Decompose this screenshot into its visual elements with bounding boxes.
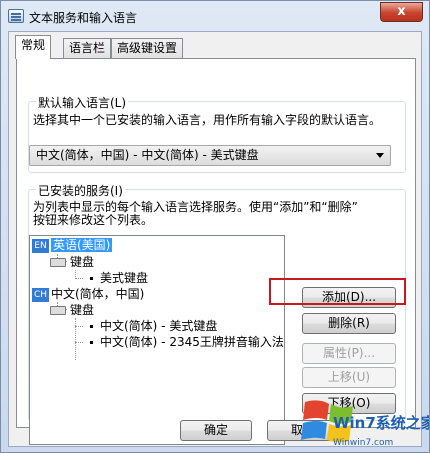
default-language-group-label: 默认输入语言(L) xyxy=(36,94,129,111)
annotation-highlight-box xyxy=(269,278,406,305)
tab-general[interactable]: 常规 xyxy=(15,35,52,59)
keyboard-icon xyxy=(50,258,66,267)
default-language-description: 选择其中一个已安装的输入语言，用作所有输入字段的默认语言。 xyxy=(33,113,382,127)
bullet-icon xyxy=(90,341,93,344)
move-up-button[interactable]: 上移(U) xyxy=(302,367,396,388)
watermark-url: Winwin7.com xyxy=(333,438,393,448)
tree-node-label: 中文(简体) - 2345王牌拼音输入法 xyxy=(100,335,284,349)
dialog-window: 文本服务和输入语言 x 常规 语言栏 高级键设置 默认输入语言(L) 选择其中一… xyxy=(0,0,430,453)
tree-node-kb-ch-us[interactable]: 中文(简体) - 美式键盘 xyxy=(90,318,217,334)
win7-logo-watermark: Win7系统之家 Winwin7.com xyxy=(301,400,429,448)
dialog-client-area: 常规 语言栏 高级键设置 默认输入语言(L) 选择其中一个已安装的输入语言，用作… xyxy=(8,31,422,447)
tab-panel-general: 默认输入语言(L) 选择其中一个已安装的输入语言，用作所有输入字段的默认语言。 … xyxy=(16,58,416,445)
services-tree[interactable]: EN 英语(美国) 键盘 美式键盘 CH 中文(简体，中国) 键盘 中文(简体) -… xyxy=(29,235,285,445)
tab-advanced-key-settings[interactable]: 高级键设置 xyxy=(111,38,184,58)
properties-button[interactable]: 属性(P)... xyxy=(302,343,396,364)
bullet-icon xyxy=(90,325,93,328)
window-title: 文本服务和输入语言 xyxy=(29,11,138,25)
title-bar[interactable]: 文本服务和输入语言 x xyxy=(1,1,429,31)
tree-node-keyboard-en[interactable]: 键盘 xyxy=(50,254,94,270)
tree-node-label: 键盘 xyxy=(70,303,95,317)
tree-node-label-ch: 中文(简体，中国) xyxy=(51,287,145,301)
tree-node-language-en[interactable]: EN 英语(美国) xyxy=(32,237,113,253)
chevron-down-icon xyxy=(376,153,384,158)
bullet-icon xyxy=(90,277,93,280)
language-badge-ch: CH xyxy=(32,287,49,302)
default-language-select[interactable]: 中文(简体，中国) - 中文(简体) - 美式键盘 xyxy=(29,145,391,166)
tree-connector xyxy=(75,326,83,327)
default-language-selected-value: 中文(简体，中国) - 中文(简体) - 美式键盘 xyxy=(36,148,259,162)
tree-connector xyxy=(75,318,76,360)
tree-connector xyxy=(75,278,83,279)
windows-flag-red xyxy=(303,400,329,420)
windows-flag-blue xyxy=(301,421,327,440)
tree-connector xyxy=(75,342,83,343)
installed-services-description-line2: 按钮来修改这个列表。 xyxy=(33,213,154,227)
close-button[interactable]: x xyxy=(380,2,423,22)
tab-language-bar[interactable]: 语言栏 xyxy=(63,38,112,58)
tree-node-label: 美式键盘 xyxy=(100,271,149,285)
tree-node-kb-us[interactable]: 美式键盘 xyxy=(90,270,148,286)
watermark-text: Win7系统之家 xyxy=(333,414,429,432)
ok-button[interactable]: 确定 xyxy=(180,420,252,441)
keyboard-app-icon xyxy=(8,9,24,23)
installed-services-description-line1: 为列表中显示的每个输入语言选择服务。使用“添加”和“删除” xyxy=(33,200,358,214)
language-badge-en: EN xyxy=(32,238,49,253)
tree-node-keyboard-ch[interactable]: 键盘 xyxy=(50,302,94,318)
tree-node-label: 中文(简体) - 美式键盘 xyxy=(100,319,218,333)
tree-node-label: 键盘 xyxy=(70,255,95,269)
keyboard-icon xyxy=(50,306,66,315)
installed-services-group-label: 已安装的服务(I) xyxy=(36,182,125,199)
tree-node-label-en: 英语(美国) xyxy=(51,238,113,252)
tree-node-language-ch[interactable]: CH 中文(简体，中国) xyxy=(32,286,144,302)
tree-node-kb-ch-2345[interactable]: 中文(简体) - 2345王牌拼音输入法 xyxy=(90,334,284,350)
remove-button[interactable]: 删除(R) xyxy=(302,313,396,334)
